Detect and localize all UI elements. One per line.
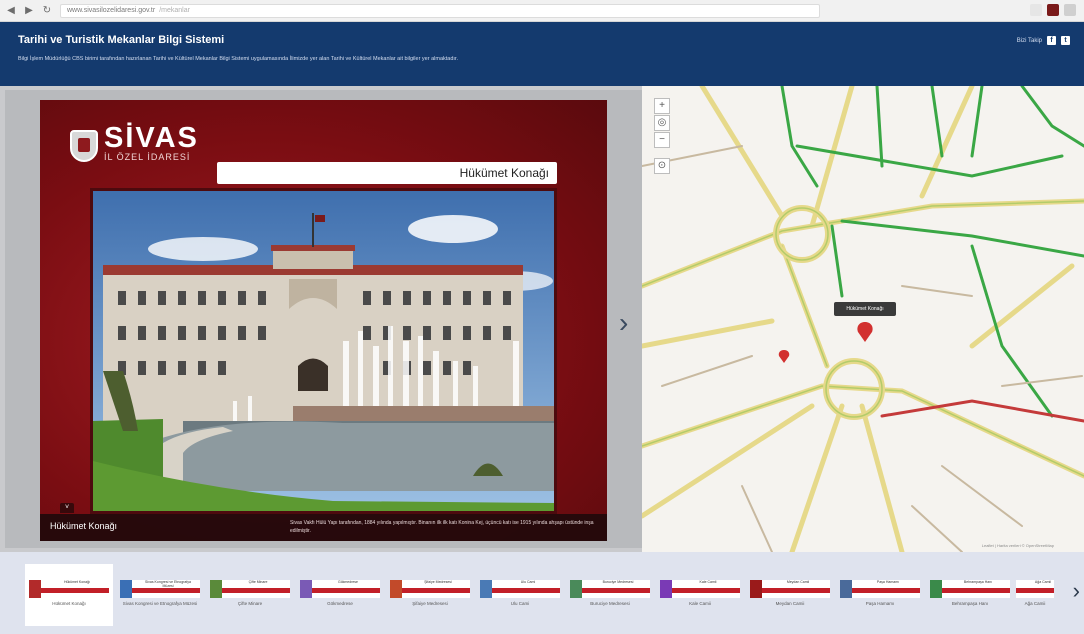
thumbnail-item[interactable]: Şifaiye Medresesi Şifaiye Medresesi	[386, 564, 474, 626]
thumbnail-caption: Buruciye Medresesi	[590, 601, 630, 606]
zoom-out-button[interactable]: −	[654, 132, 670, 148]
thumbnail-caption: Kale Camii	[689, 601, 711, 606]
thumbnail-item[interactable]: Çifte Minare Çifte Minare	[206, 564, 294, 626]
map-roads	[642, 86, 1084, 552]
thumbnail-caption: Sivas Kongresi ve Etnografya Müzesi	[122, 601, 198, 606]
sivas-logo-icon	[70, 130, 98, 162]
thumbnail-image: Meydan Camii	[750, 580, 830, 598]
chevron-right-icon: ›	[1072, 578, 1080, 603]
thumbnail-caption: Çifte Minare	[237, 601, 263, 606]
thumbnail-caption: Ağa Camii	[1024, 601, 1046, 606]
caption-title: Hükümet Konağı	[50, 521, 118, 531]
thumbnail-item[interactable]: Sivas Kongresi ve Etnografya Müzesi Sivas…	[116, 564, 204, 626]
menu-icon[interactable]	[1064, 4, 1076, 16]
next-slide-button[interactable]: ›	[619, 308, 639, 338]
site-title: Tarihi ve Turistik Mekanlar Bilgi Sistem…	[18, 34, 225, 46]
profile-icon[interactable]	[1047, 4, 1059, 16]
caption-bar: Hükümet Konağı Sivas Vakfı Hülü Yapı tar…	[40, 514, 607, 541]
browser-toolbar: ◀ ▶ ↻ www.sivasilozelidaresi.gov.tr /mek…	[0, 0, 1084, 22]
thumbnail-image: Behrampaşa Hanı	[930, 580, 1010, 598]
map-panel[interactable]: + ◎ − ⊙ Hükümet Konağı Leaflet | Harita …	[642, 86, 1084, 552]
thumbnail-image: Sivas Kongresi ve Etnografya Müzesi	[120, 580, 200, 598]
thumbnail-image: Şifaiye Medresesi	[390, 580, 470, 598]
follow-label: Bizi Takip	[1016, 37, 1042, 44]
slide-panel: SİVAS İL ÖZEL İDARESİ Hükümet Konağı ˅ H…	[40, 100, 607, 541]
main-content: SİVAS İL ÖZEL İDARESİ Hükümet Konağı ˅ H…	[0, 86, 1084, 552]
logo-text: SİVAS	[104, 122, 199, 154]
reload-icon[interactable]: ↻	[40, 4, 54, 18]
url-text: www.sivasilozelidaresi.gov.tr	[67, 6, 156, 14]
thumbnail-caption: Şifaiye Medresesi	[412, 601, 448, 606]
site-description: Bilgi İşlem Müdürlüğü CBS birimi tarafın…	[18, 56, 458, 62]
thumbnail-item[interactable]: Kale Camii Kale Camii	[656, 564, 744, 626]
thumbnail-image: Paşa Hamamı	[840, 580, 920, 598]
thumbnail-item[interactable]: Ulu Cami Ulu Cami	[476, 564, 564, 626]
thumbnail-caption: Meydan Camii	[775, 601, 805, 606]
extension-icon[interactable]	[1030, 4, 1042, 16]
thumbnail-caption: Behrampaşa Hanı	[951, 601, 989, 606]
address-bar[interactable]: www.sivasilozelidaresi.gov.tr /mekanlar	[60, 3, 820, 18]
site-header: Tarihi ve Turistik Mekanlar Bilgi Sistem…	[0, 22, 1084, 86]
thumbnail-caption: Paşa Hamamı	[865, 601, 895, 606]
thumbnail-image: Ağa Camii	[1016, 580, 1054, 598]
thumbnail-image: Kale Camii	[660, 580, 740, 598]
zoom-reset-button[interactable]: ◎	[654, 115, 670, 131]
place-title: Hükümet Konağı	[217, 162, 557, 184]
facebook-icon[interactable]: f	[1047, 36, 1056, 45]
selected-place-marker-icon	[857, 322, 873, 342]
strip-next-button[interactable]: ›	[1073, 578, 1080, 604]
slide-viewer: SİVAS İL ÖZEL İDARESİ Hükümet Konağı ˅ H…	[5, 90, 642, 548]
chevron-down-icon: ˅	[64, 504, 70, 511]
url-suffix: /mekanlar	[159, 6, 190, 14]
place-marker-icon	[778, 350, 790, 363]
thumbnail-item[interactable]: Hükümet Konağı Hükümet Konağı	[25, 564, 113, 626]
forward-icon[interactable]: ▶	[22, 4, 36, 18]
thumbnail-image: Buruciye Medresesi	[570, 580, 650, 598]
caption-description: Sivas Vakfı Hülü Yapı tarafından, 1884 y…	[290, 520, 594, 534]
thumbnail-item[interactable]: Gökmedrese Gökmedrese	[296, 564, 384, 626]
thumbnail-item[interactable]: Paşa Hamamı Paşa Hamamı	[836, 564, 924, 626]
thumbnail-image: Çifte Minare	[210, 580, 290, 598]
thumbnail-image: Ulu Cami	[480, 580, 560, 598]
map-attribution: Leaflet | Harita verileri © OpenStreetMa…	[981, 543, 1054, 548]
place-photo	[90, 188, 557, 514]
zoom-in-button[interactable]: +	[654, 98, 670, 114]
twitter-icon[interactable]: t	[1061, 36, 1070, 45]
thumbnail-caption: Hükümet Konağı	[52, 601, 86, 606]
map-marker-popup: Hükümet Konağı	[834, 302, 896, 316]
thumbnail-strip: › Hükümet Konağı Hükümet Konağı Sivas Kong…	[0, 552, 1084, 634]
thumbnail-caption: Ulu Cami	[510, 601, 530, 606]
caption-toggle-button[interactable]: ˅	[60, 503, 74, 513]
thumbnail-item[interactable]: Buruciye Medresesi Buruciye Medresesi	[566, 564, 654, 626]
thumbnail-item[interactable]: Behrampaşa Hanı Behrampaşa Hanı	[926, 564, 1014, 626]
back-icon[interactable]: ◀	[4, 4, 18, 18]
locate-button[interactable]: ⊙	[654, 158, 670, 174]
logo-subtitle: İL ÖZEL İDARESİ	[104, 152, 191, 162]
thumbnail-item[interactable]: Meydan Camii Meydan Camii	[746, 564, 834, 626]
thumbnail-image: Gökmedrese	[300, 580, 380, 598]
chevron-right-icon: ›	[619, 307, 629, 338]
thumbnail-image: Hükümet Konağı	[29, 580, 109, 598]
thumbnail-caption: Gökmedrese	[327, 601, 353, 606]
thumbnail-item[interactable]: Ağa Camii Ağa Camii	[1016, 564, 1054, 626]
